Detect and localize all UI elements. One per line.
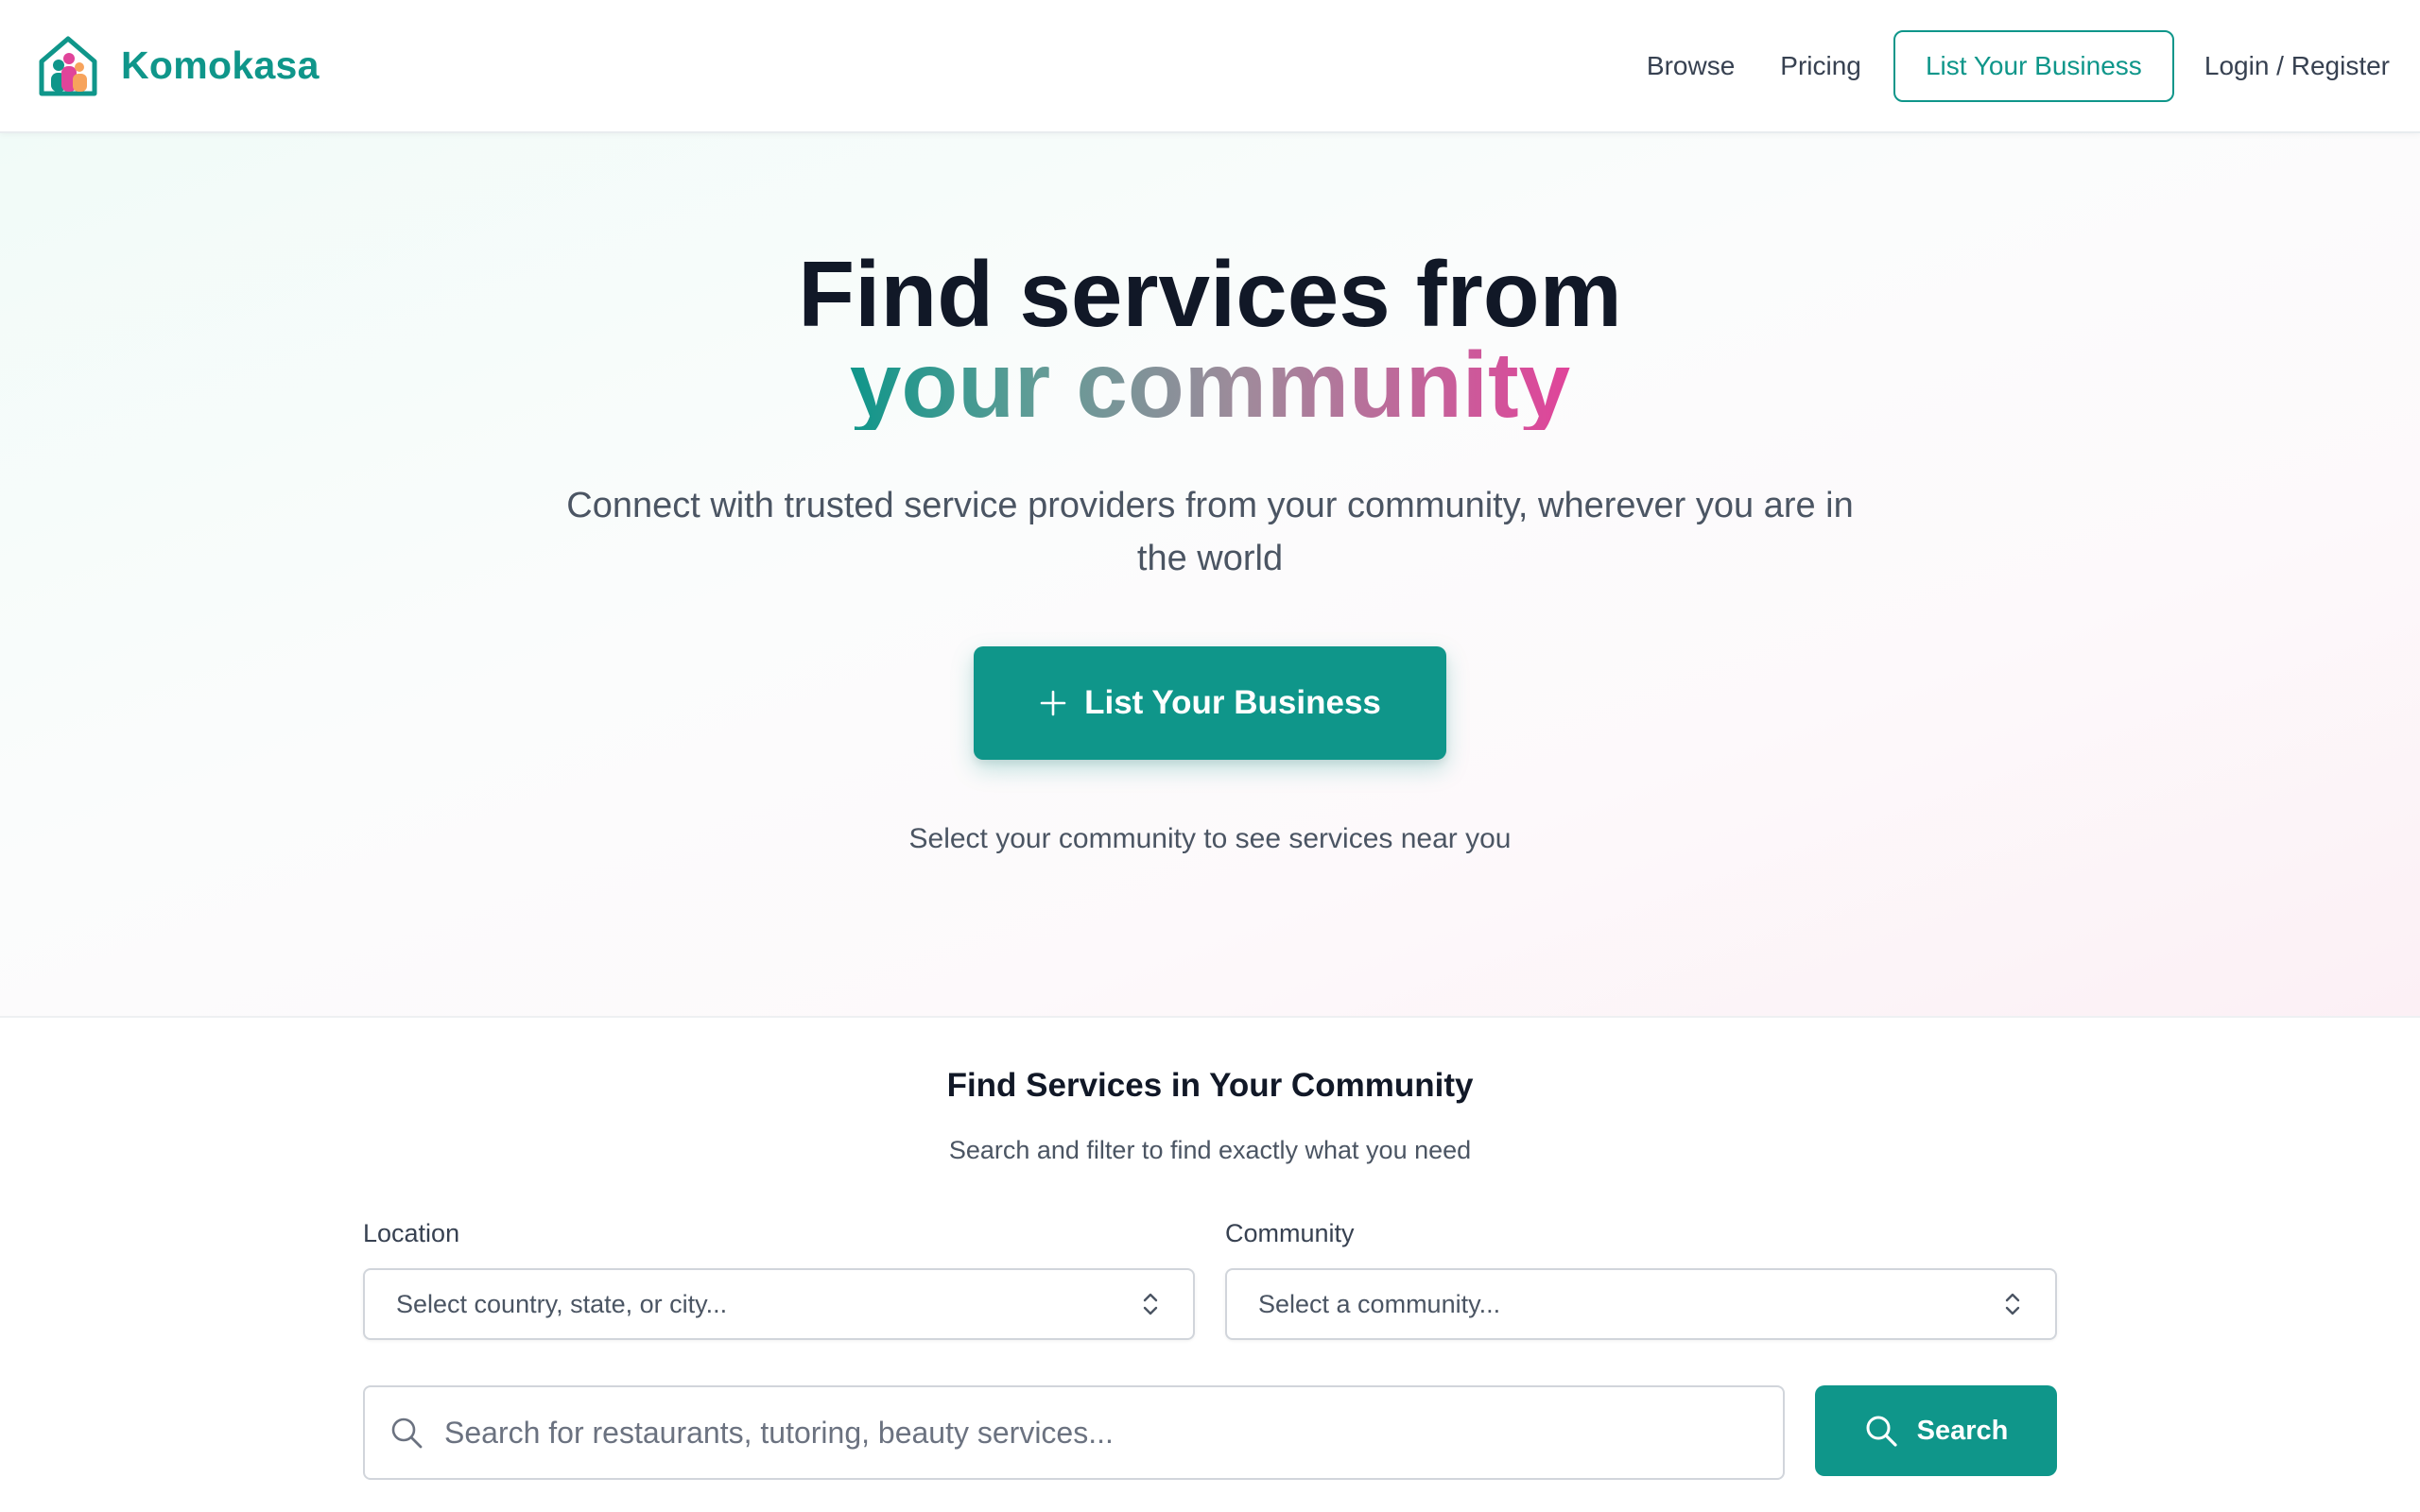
list-business-cta-button[interactable]: List Your Business [974, 646, 1446, 760]
list-business-cta-label: List Your Business [1084, 684, 1381, 721]
nav-pricing-link[interactable]: Pricing [1780, 51, 1861, 81]
chevron-up-down-icon [1143, 1293, 1158, 1315]
brand-name: Komokasa [121, 43, 320, 87]
main-nav: Browse Pricing List Your Business Login … [1647, 29, 2390, 102]
hero-title-highlight: your community [849, 333, 1571, 437]
search-section-subtitle: Search and filter to find exactly what y… [948, 1136, 1472, 1164]
search-button-label: Search [1916, 1415, 2009, 1446]
chevron-up-down-icon [2005, 1293, 2020, 1315]
location-select-placeholder: Select country, state, or city... [396, 1289, 728, 1318]
nav-list-business-button[interactable]: List Your Business [1893, 29, 2174, 102]
top-navbar: Komokasa Browse Pricing List Your Busine… [0, 0, 2420, 133]
search-button[interactable]: Search [1815, 1385, 2057, 1476]
search-icon [1866, 1416, 1897, 1447]
nav-login-register-link[interactable]: Login / Register [2204, 51, 2390, 81]
community-label: Community [1225, 1219, 1355, 1247]
search-section: Find Services in Your Community Search a… [0, 1018, 2420, 1512]
search-field [363, 1385, 1785, 1480]
brand-link[interactable]: Komokasa [36, 33, 320, 99]
search-icon [391, 1418, 423, 1449]
community-select-placeholder: Select a community... [1258, 1289, 1501, 1318]
location-select[interactable]: Select country, state, or city... [363, 1268, 1195, 1340]
search-section-title: Find Services in Your Community [946, 1067, 1474, 1104]
search-input[interactable] [444, 1404, 1783, 1461]
plus-icon [1040, 690, 1066, 716]
hero-subtitle: Connect with trusted service providers f… [566, 486, 1854, 578]
location-label: Location [363, 1219, 460, 1247]
hero-title-line-1: Find services from [798, 242, 1622, 346]
community-hint-text: Select your community to see services ne… [908, 823, 1512, 854]
nav-browse-link[interactable]: Browse [1647, 51, 1735, 81]
hero-title: Find services from your community [0, 248, 2420, 437]
hero-section: Find services from your community Connec… [0, 133, 2420, 1018]
community-select[interactable]: Select a community... [1225, 1268, 2057, 1340]
house-family-logo-icon [39, 36, 97, 95]
